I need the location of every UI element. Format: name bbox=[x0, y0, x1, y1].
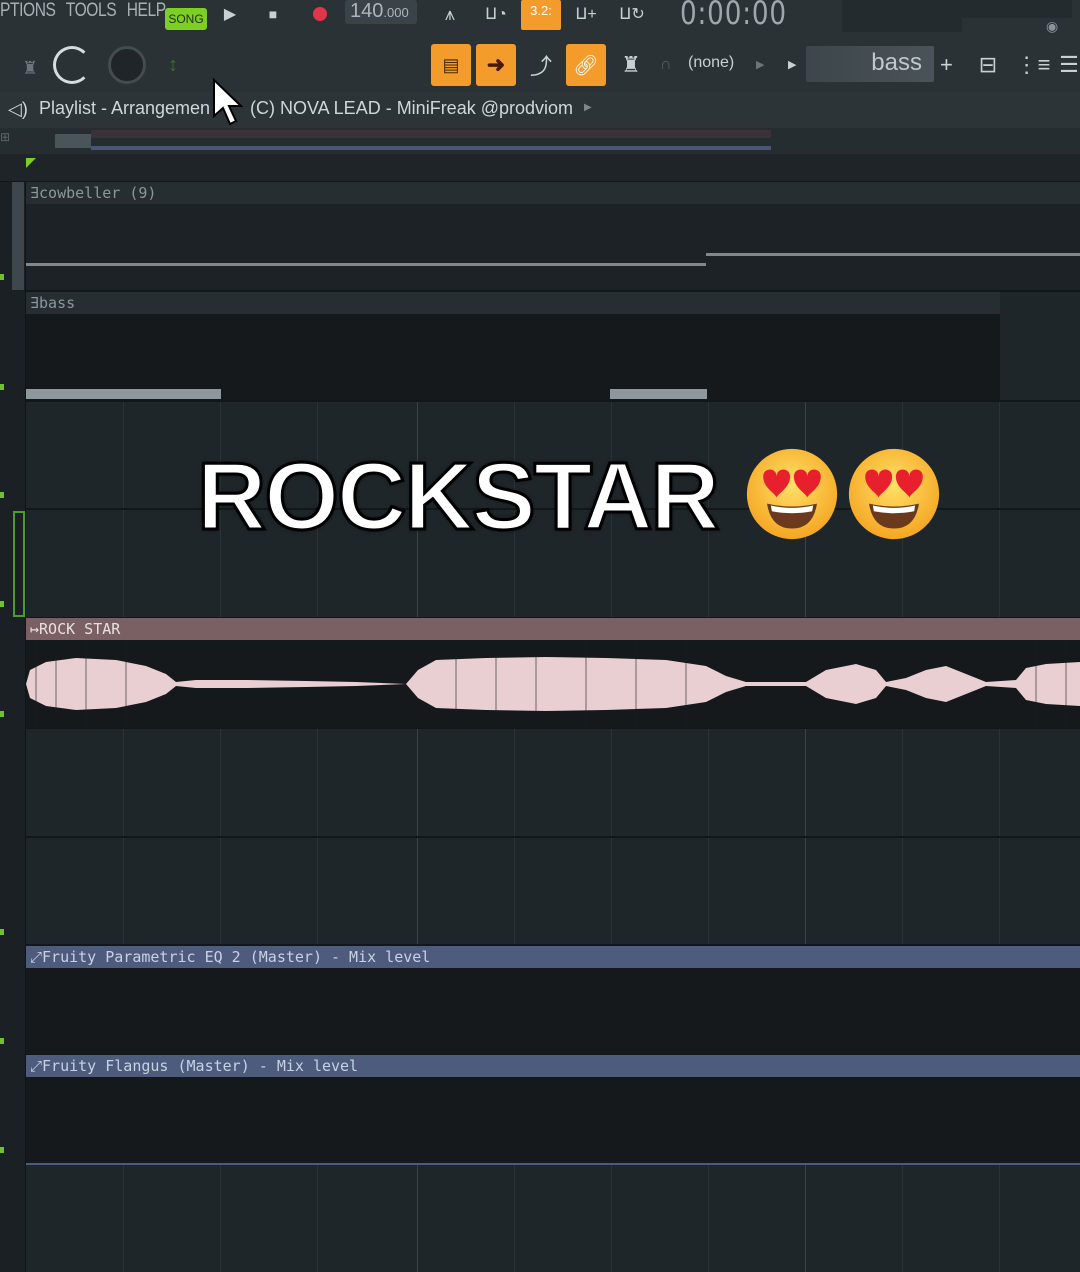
clip-label: cowbeller (9) bbox=[39, 184, 157, 202]
clip-label: Fruity Flangus (Master) - Mix level bbox=[42, 1057, 359, 1075]
link-icon: 🔗︎ bbox=[573, 54, 599, 77]
master-pitch-knob[interactable] bbox=[108, 46, 146, 84]
link-button[interactable]: 🔗︎ bbox=[566, 44, 606, 86]
automation-icon: ⤢ bbox=[30, 948, 43, 966]
mixer-icon[interactable]: ☰ bbox=[1058, 44, 1080, 86]
heart-eyes-emoji-icon bbox=[746, 448, 838, 540]
note-bar bbox=[706, 253, 1080, 256]
track-divider bbox=[26, 400, 1080, 402]
snap-dropdown-arrow-icon[interactable]: ▶ bbox=[756, 58, 764, 71]
playhead-marker[interactable] bbox=[26, 158, 36, 168]
pattern-icon: ∃ bbox=[30, 294, 40, 312]
playlist-current-pattern[interactable]: (C) NOVA LEAD - MiniFreak @prodviom bbox=[250, 98, 573, 119]
menu-help[interactable]: HELP bbox=[127, 0, 166, 21]
automation-clip-body[interactable] bbox=[26, 968, 1080, 1054]
pattern-prev-icon[interactable]: ▶ bbox=[788, 58, 796, 71]
record-button[interactable] bbox=[303, 0, 337, 28]
menu-tools[interactable]: TOOLS bbox=[66, 0, 117, 21]
piano-icon: ▤ bbox=[442, 54, 460, 75]
track-divider bbox=[26, 1163, 1080, 1165]
metronome-icon[interactable]: ⩚ bbox=[432, 0, 468, 28]
track-gutter bbox=[0, 182, 26, 1272]
pattern-name: bass bbox=[871, 49, 922, 76]
note-bar bbox=[26, 263, 706, 266]
clip-header[interactable]: ∃cowbeller (9) bbox=[26, 182, 1080, 204]
heart-eyes-emoji-icon bbox=[848, 448, 940, 540]
pattern-selector[interactable]: bass bbox=[806, 46, 934, 82]
track-led bbox=[0, 711, 4, 717]
automation-clip-body[interactable] bbox=[26, 1077, 1080, 1163]
song-mode-button[interactable]: SONG bbox=[165, 8, 207, 30]
master-volume-knob[interactable] bbox=[53, 46, 91, 84]
snap-select[interactable]: (none) bbox=[688, 54, 734, 72]
playlist-overview[interactable]: ⊞ bbox=[0, 128, 1080, 154]
track-led bbox=[0, 1147, 4, 1153]
audio-clip-header[interactable]: ↦ROCK STAR bbox=[26, 618, 1080, 640]
note-bar bbox=[610, 389, 707, 399]
tempo-value: 140 bbox=[350, 0, 384, 22]
overview-grid-icon: ⊞ bbox=[0, 130, 11, 144]
record-icon bbox=[313, 7, 327, 21]
piano-roll-icon[interactable]: ⋮≡ bbox=[1013, 44, 1053, 86]
audio-waveform bbox=[26, 640, 1080, 728]
eye-icon[interactable]: ◉ bbox=[1046, 18, 1058, 35]
transport-bar: PTIONS TOOLS HELP SONG ▶ ■ 140.000 ⩚ ⵡ◔ … bbox=[0, 0, 1080, 40]
main-menu: PTIONS TOOLS HELP bbox=[0, 0, 172, 22]
overview-automation-strip bbox=[91, 146, 771, 150]
track-led bbox=[0, 492, 4, 498]
add-pattern-icon[interactable]: + bbox=[940, 52, 953, 78]
clip-label: ROCK STAR bbox=[39, 620, 121, 638]
track-selector[interactable] bbox=[13, 511, 25, 617]
tempo-fraction: .000 bbox=[383, 5, 409, 20]
channel-rack-icon[interactable]: ⊟ bbox=[968, 44, 1008, 86]
stop-icon[interactable]: ■ bbox=[263, 0, 283, 28]
stamp-icon[interactable]: ♜ bbox=[611, 44, 651, 86]
tempo-display[interactable]: 140.000 bbox=[345, 0, 417, 24]
playlist-title: Playlist - Arrangemen bbox=[39, 98, 211, 118]
track-led bbox=[0, 274, 4, 280]
countdown-button[interactable]: 3.2: bbox=[521, 0, 561, 30]
clip-header[interactable]: ∃bass bbox=[26, 292, 1000, 314]
clip-label: Fruity Parametric EQ 2 (Master) - Mix le… bbox=[42, 948, 431, 966]
pattern-icon: ∃ bbox=[30, 184, 40, 202]
magnet-icon[interactable]: ∩ bbox=[660, 56, 672, 74]
track-led bbox=[0, 929, 4, 935]
clip-label: bass bbox=[39, 294, 76, 312]
mouse-cursor-icon bbox=[213, 78, 244, 126]
track-led bbox=[0, 384, 4, 390]
video-caption: ROCKSTAR bbox=[196, 442, 722, 552]
master-pitch-slider[interactable]: ↕ bbox=[168, 54, 178, 77]
cpu-monitor bbox=[842, 0, 962, 32]
clip-body bbox=[26, 314, 1000, 400]
loop-record-icon[interactable]: ⵡ↻ bbox=[612, 0, 652, 28]
track-divider bbox=[26, 836, 1080, 838]
time-ruler[interactable] bbox=[0, 154, 1080, 182]
overview-handle[interactable] bbox=[55, 134, 91, 148]
automation-icon: ⤢ bbox=[30, 1057, 43, 1075]
arrow-right-icon: ➜ bbox=[486, 52, 506, 77]
track-led bbox=[0, 601, 4, 607]
song-time-display: 0:00:00 bbox=[680, 0, 787, 32]
pattern-arrow-icon[interactable]: ▶ bbox=[584, 102, 592, 113]
wait-record-icon[interactable]: ⵡ◔ bbox=[476, 0, 516, 28]
menu-options[interactable]: PTIONS bbox=[0, 0, 56, 21]
snap-icon[interactable]: ♜ bbox=[22, 58, 38, 80]
overview-strip bbox=[91, 130, 771, 138]
step-edit-icon[interactable]: ⵡ+ bbox=[568, 0, 604, 28]
vertical-scrollbar[interactable] bbox=[12, 182, 24, 290]
automation-clip-header[interactable]: ⤢Fruity Flangus (Master) - Mix level bbox=[26, 1055, 1080, 1077]
slide-tool-icon[interactable]: ⤴ bbox=[521, 44, 561, 86]
play-icon[interactable]: ▶ bbox=[220, 0, 240, 28]
playlist-view-button[interactable]: ▤ bbox=[431, 44, 471, 86]
paint-arrow-button[interactable]: ➜ bbox=[476, 44, 516, 86]
track-led bbox=[0, 1038, 4, 1044]
automation-clip-header[interactable]: ⤢Fruity Parametric EQ 2 (Master) - Mix l… bbox=[26, 946, 1080, 968]
note-bar bbox=[26, 389, 221, 399]
speaker-icon[interactable]: ◁) bbox=[8, 99, 28, 120]
hint-panel bbox=[962, 0, 1072, 18]
audio-clip-icon: ↦ bbox=[30, 620, 40, 638]
